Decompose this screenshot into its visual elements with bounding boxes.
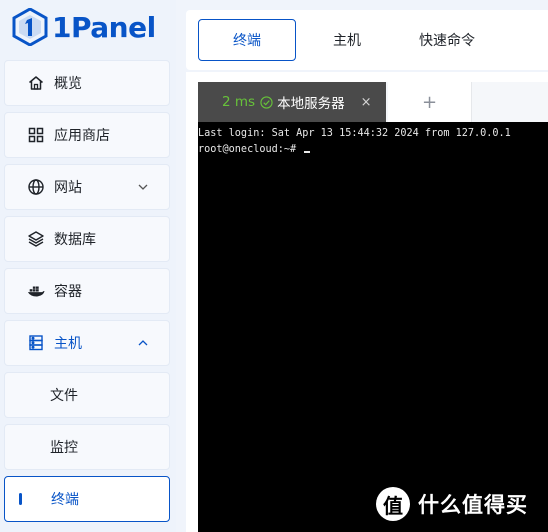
chevron-up-icon — [138, 340, 148, 346]
terminal-screen[interactable]: Last login: Sat Apr 13 15:44:32 2024 fro… — [198, 122, 548, 532]
tab-label: 主机 — [333, 33, 361, 49]
watermark-text: 什么值得买 — [418, 493, 528, 517]
layers-icon — [27, 230, 45, 248]
sidebar-item-label: 网站 — [54, 180, 82, 196]
tab-quick-commands[interactable]: 快速命令 — [396, 19, 498, 61]
chevron-down-icon — [138, 184, 148, 190]
top-tab-bar: 终端 主机 快速命令 — [186, 10, 548, 70]
terminal-prompt: root@onecloud:~# — [198, 143, 297, 155]
sidebar-item-label: 数据库 — [54, 232, 96, 248]
sidebar-item-host[interactable]: 主机 — [4, 320, 170, 366]
session-name: 本地服务器 — [277, 96, 345, 112]
session-tab-bar: 2 ms 本地服务器 × + — [198, 82, 548, 122]
add-session-button[interactable]: + — [388, 82, 472, 122]
sidebar-item-overview[interactable]: 概览 — [4, 60, 170, 106]
sidebar-item-website[interactable]: 网站 — [4, 164, 170, 210]
docker-icon — [27, 282, 45, 300]
server-icon — [27, 334, 45, 352]
check-circle-icon — [260, 95, 273, 109]
sidebar-subitem-label: 终端 — [51, 492, 79, 508]
tab-terminal[interactable]: 终端 — [198, 19, 296, 61]
logo-icon — [12, 8, 48, 46]
sidebar-item-label: 容器 — [54, 284, 82, 300]
ping-latency: 2 ms — [222, 94, 256, 110]
watermark: 值 什么值得买 — [376, 486, 528, 522]
tab-label: 终端 — [233, 33, 261, 49]
brand-logo[interactable]: 1Panel — [12, 8, 156, 46]
sidebar-item-label: 应用商店 — [54, 128, 110, 144]
sidebar-subitem-label: 文件 — [50, 388, 78, 404]
terminal-cursor — [304, 150, 311, 153]
close-tab-icon[interactable]: × — [361, 95, 372, 110]
tab-label: 快速命令 — [419, 33, 475, 49]
sidebar-item-database[interactable]: 数据库 — [4, 216, 170, 262]
sidebar-subitem-files[interactable]: 文件 — [4, 372, 170, 418]
brand-name: 1Panel — [52, 10, 156, 44]
grid-icon — [27, 126, 45, 144]
plus-icon: + — [421, 91, 438, 113]
home-icon — [27, 74, 45, 92]
sidebar-item-container[interactable]: 容器 — [4, 268, 170, 314]
sidebar-item-app-store[interactable]: 应用商店 — [4, 112, 170, 158]
sidebar-item-label: 主机 — [54, 336, 82, 352]
session-tab[interactable]: 2 ms 本地服务器 × — [198, 82, 386, 122]
sidebar-subitem-terminal[interactable]: 终端 — [4, 476, 170, 522]
sidebar: 1Panel 概览 应用商店 网站 数据库 容器 主机 文件 监控 终端 — [0, 0, 176, 532]
tab-host[interactable]: 主机 — [308, 19, 386, 61]
watermark-logo: 值 — [376, 487, 410, 521]
sidebar-item-label: 概览 — [54, 76, 82, 92]
globe-icon — [27, 178, 45, 196]
terminal-line: Last login: Sat Apr 13 15:44:32 2024 fro… — [198, 128, 511, 139]
active-indicator — [19, 493, 22, 505]
sidebar-subitem-label: 监控 — [50, 440, 78, 456]
sidebar-subitem-monitor[interactable]: 监控 — [4, 424, 170, 470]
